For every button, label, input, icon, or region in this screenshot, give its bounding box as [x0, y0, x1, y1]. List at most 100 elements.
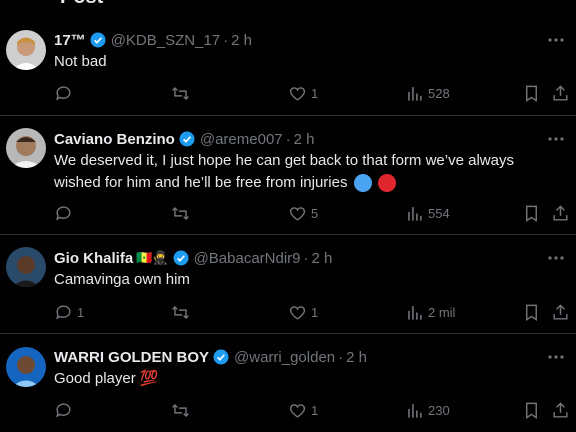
reply-button[interactable]: 1	[54, 303, 84, 322]
bookmark-button[interactable]	[522, 84, 541, 103]
more-icon[interactable]	[546, 347, 566, 367]
reply-meta: 17™ @KDB_SZN_17 · 2 h	[54, 31, 252, 49]
share-icon	[553, 85, 568, 101]
reply-meta: Gio Khalifa 🇸🇳🥷 @BabacarNdir9 · 2 h	[54, 249, 332, 267]
reply-text: We deserved it, I just hope he can get b…	[54, 150, 554, 194]
bookmark-icon	[526, 205, 537, 222]
verified-badge-icon	[90, 32, 106, 48]
like-icon	[289, 207, 306, 221]
red-circle-emoji	[377, 174, 396, 193]
like-button[interactable]: 5	[288, 204, 318, 223]
author-handle[interactable]: @areme007	[200, 131, 283, 148]
more-icon[interactable]	[546, 248, 566, 268]
reply-icon	[56, 305, 71, 320]
action-bar: 5 554	[54, 204, 576, 224]
bookmark-icon	[526, 304, 537, 321]
action-bar: 1 528	[54, 84, 576, 104]
like-count: 1	[311, 86, 319, 101]
reply-icon	[56, 403, 71, 418]
like-count: 1	[311, 403, 319, 418]
separator-dot: ·	[223, 31, 229, 49]
separator-dot: ·	[338, 348, 344, 366]
reply-text: Good player 💯	[54, 370, 159, 387]
share-button[interactable]	[551, 204, 570, 223]
share-icon	[553, 402, 568, 418]
reply-button[interactable]	[54, 401, 77, 420]
views-icon	[408, 404, 422, 418]
reply-item[interactable]: 17™ @KDB_SZN_17 · 2 h Not bad 1 528	[0, 20, 576, 116]
like-button[interactable]: 1	[288, 84, 318, 103]
avatar[interactable]	[6, 347, 46, 387]
avatar[interactable]	[6, 247, 46, 287]
views-button[interactable]: 528	[405, 84, 450, 103]
author-name[interactable]: 17™	[54, 32, 86, 49]
timestamp[interactable]: 2 h	[294, 131, 315, 148]
author-name[interactable]: Caviano Benzino	[54, 131, 175, 148]
reply-text: Not bad	[54, 53, 107, 70]
views-icon	[408, 87, 422, 101]
flag-emojis: 🇸🇳🥷	[136, 250, 169, 265]
action-bar: 1 1 2 mil	[54, 303, 576, 323]
reply-item[interactable]: Gio Khalifa 🇸🇳🥷 @BabacarNdir9 · 2 h Cama…	[0, 236, 576, 334]
bookmark-button[interactable]	[522, 204, 541, 223]
share-button[interactable]	[551, 84, 570, 103]
author-handle[interactable]: @KDB_SZN_17	[111, 32, 220, 49]
timestamp[interactable]: 2 h	[346, 349, 367, 366]
like-count: 1	[311, 305, 319, 320]
bookmark-icon	[526, 85, 537, 102]
reply-item[interactable]: Caviano Benzino @areme007 · 2 h We deser…	[0, 117, 576, 235]
reply-text-content: We deserved it, I just hope he can get b…	[54, 152, 514, 191]
verified-badge-icon	[213, 349, 229, 365]
author-name[interactable]: Gio Khalifa	[54, 250, 133, 267]
reply-meta: WARRI GOLDEN BOY @warri_golden · 2 h	[54, 348, 367, 366]
views-count: 528	[428, 86, 450, 101]
like-icon	[289, 306, 306, 320]
retweet-button[interactable]	[171, 84, 194, 103]
reply-item[interactable]: WARRI GOLDEN BOY @warri_golden · 2 h Goo…	[0, 335, 576, 432]
reply-button[interactable]	[54, 204, 77, 223]
reply-text: Camavinga own him	[54, 271, 190, 288]
author-handle[interactable]: @BabacarNdir9	[194, 250, 301, 267]
reply-icon	[56, 206, 71, 221]
bookmark-button[interactable]	[522, 303, 541, 322]
avatar[interactable]	[6, 30, 46, 70]
views-button[interactable]: 554	[405, 204, 450, 223]
more-icon[interactable]	[546, 129, 566, 149]
views-icon	[408, 207, 422, 221]
views-button[interactable]: 2 mil	[405, 303, 455, 322]
retweet-button[interactable]	[171, 401, 194, 420]
retweet-icon	[172, 86, 189, 101]
page-title: Post	[60, 0, 103, 9]
retweet-button[interactable]	[171, 303, 194, 322]
author-name[interactable]: WARRI GOLDEN BOY	[54, 349, 209, 366]
retweet-icon	[172, 206, 189, 221]
share-button[interactable]	[551, 401, 570, 420]
avatar[interactable]	[6, 128, 46, 168]
share-icon	[553, 304, 568, 320]
separator-dot: ·	[303, 249, 309, 267]
bookmark-button[interactable]	[522, 401, 541, 420]
action-bar: 1 230	[54, 401, 576, 421]
like-icon	[289, 404, 306, 418]
views-count: 230	[428, 403, 450, 418]
share-icon	[553, 205, 568, 221]
like-icon	[289, 87, 306, 101]
like-button[interactable]: 1	[288, 401, 318, 420]
share-button[interactable]	[551, 303, 570, 322]
more-icon[interactable]	[546, 30, 566, 50]
views-count: 554	[428, 206, 450, 221]
views-button[interactable]: 230	[405, 401, 450, 420]
verified-badge-icon	[179, 131, 195, 147]
timestamp[interactable]: 2 h	[312, 250, 333, 267]
author-handle[interactable]: @warri_golden	[234, 349, 335, 366]
reply-count: 1	[77, 305, 85, 320]
like-count: 5	[311, 206, 319, 221]
reply-button[interactable]	[54, 84, 77, 103]
like-button[interactable]: 1	[288, 303, 318, 322]
retweet-button[interactable]	[171, 204, 194, 223]
views-icon	[408, 306, 422, 320]
bookmark-icon	[526, 402, 537, 419]
views-count: 2 mil	[428, 305, 456, 320]
reply-meta: Caviano Benzino @areme007 · 2 h	[54, 130, 315, 148]
timestamp[interactable]: 2 h	[231, 32, 252, 49]
